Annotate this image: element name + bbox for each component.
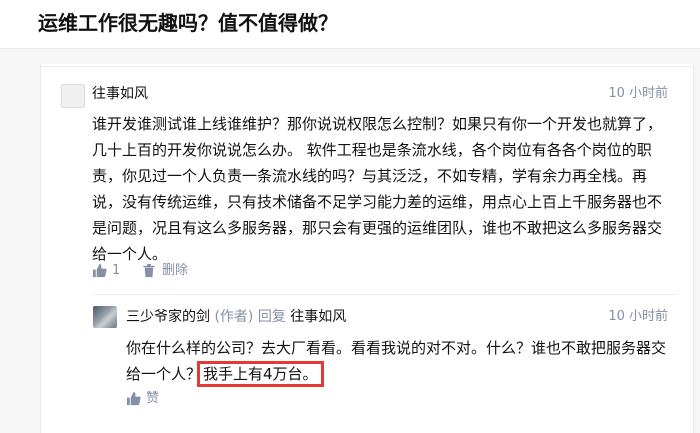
- highlighted-text: 我手上有4万台。: [197, 361, 324, 387]
- comment-time: 10 小时前: [608, 86, 668, 101]
- reply-verb: 回复: [257, 309, 286, 325]
- comment-text: 谁开发谁测试谁上线谁维护？那你说说权限怎么控制？如果只有你一个开发也就算了，几十…: [92, 115, 663, 263]
- reply-text: 你在什么样的公司？去大厂看看。看看我说的对不对。什么？谁也不敢把服务器交给一个人…: [126, 335, 676, 387]
- page-header: 运维工作很无趣吗？值不值得做？: [0, 0, 700, 49]
- thumbs-up-icon[interactable]: [126, 391, 141, 406]
- reply-avatar[interactable]: [93, 306, 117, 328]
- comment-author[interactable]: 往事如风: [92, 84, 148, 104]
- reply-time: 10 小时前: [608, 309, 668, 324]
- thumbs-up-icon[interactable]: [92, 263, 107, 278]
- reply-target[interactable]: 往事如风: [290, 309, 346, 325]
- question-title: 运维工作很无趣吗？值不值得做？: [38, 11, 338, 35]
- reply-header: 三少爷家的剑 (作者) 回复 往事如风: [126, 307, 346, 327]
- trash-icon[interactable]: [142, 263, 156, 278]
- reply-author[interactable]: 三少爷家的剑: [126, 309, 210, 325]
- panel-top-divider: [40, 66, 692, 67]
- reply-divider: [92, 294, 677, 295]
- delete-button[interactable]: 删除: [162, 261, 188, 281]
- author-tag: (作者): [214, 309, 254, 325]
- avatar[interactable]: [61, 84, 85, 108]
- like-count: 1: [112, 263, 121, 278]
- like-button[interactable]: 赞: [146, 389, 159, 409]
